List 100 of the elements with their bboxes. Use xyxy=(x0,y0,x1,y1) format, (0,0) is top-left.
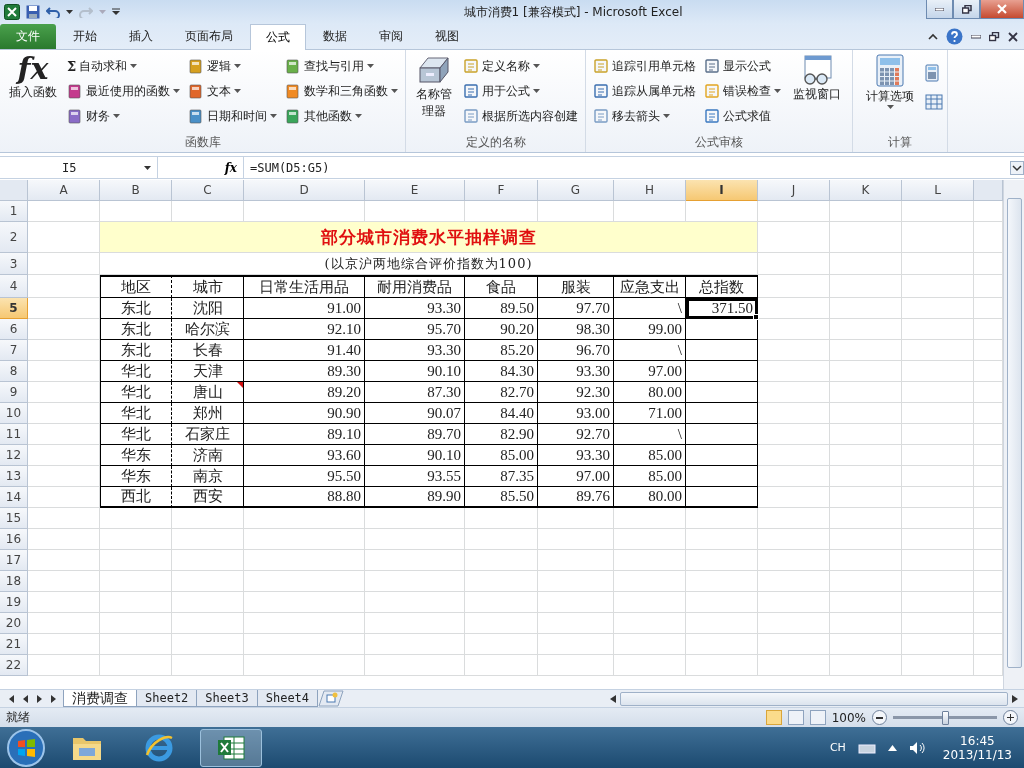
ribbon-button[interactable]: 根据所选内容创建 xyxy=(460,105,581,127)
table-cell[interactable] xyxy=(686,466,758,487)
grid-cell[interactable] xyxy=(538,550,614,571)
grid-cell[interactable] xyxy=(902,382,974,403)
keyboard-icon[interactable] xyxy=(857,741,876,754)
grid-cell[interactable] xyxy=(28,340,100,361)
grid-cell[interactable] xyxy=(830,201,902,222)
grid-cell[interactable] xyxy=(28,298,100,319)
table-cell[interactable] xyxy=(686,487,758,508)
column-header[interactable]: L xyxy=(902,180,974,201)
table-cell[interactable]: 华东 xyxy=(100,445,172,466)
table-cell[interactable]: 华东 xyxy=(100,466,172,487)
grid-cell[interactable] xyxy=(28,592,100,613)
grid-cell[interactable] xyxy=(28,319,100,340)
grid-cell[interactable] xyxy=(28,275,100,298)
grid-cell[interactable] xyxy=(902,424,974,445)
grid-cell[interactable] xyxy=(686,571,758,592)
grid-cell[interactable] xyxy=(902,275,974,298)
grid-cell[interactable] xyxy=(758,340,830,361)
ribbon-button[interactable]: 最近使用的函数 xyxy=(64,80,183,102)
grid-cell[interactable] xyxy=(28,571,100,592)
grid-cell[interactable] xyxy=(758,222,830,253)
table-cell[interactable]: 97.00 xyxy=(538,466,614,487)
grid-cell[interactable] xyxy=(614,613,686,634)
table-cell[interactable]: 91.00 xyxy=(244,298,365,319)
normal-view-button[interactable] xyxy=(765,710,782,725)
row-header[interactable]: 18 xyxy=(0,571,28,592)
row-header[interactable]: 16 xyxy=(0,529,28,550)
row-header[interactable]: 20 xyxy=(0,613,28,634)
row-header[interactable]: 1 xyxy=(0,201,28,222)
ribbon-large-button[interactable]: fx 插入函数 xyxy=(4,52,62,134)
grid-cell[interactable] xyxy=(244,655,365,676)
table-cell[interactable]: 郑州 xyxy=(172,403,244,424)
table-cell[interactable]: 93.55 xyxy=(365,466,465,487)
vertical-scrollbar[interactable] xyxy=(1003,180,1024,689)
save-icon[interactable] xyxy=(26,5,40,19)
grid-cell[interactable] xyxy=(830,508,902,529)
table-cell[interactable]: 85.00 xyxy=(614,445,686,466)
grid-cell[interactable] xyxy=(100,634,172,655)
table-cell[interactable]: 89.70 xyxy=(365,424,465,445)
table-cell[interactable]: 90.07 xyxy=(365,403,465,424)
grid-cell[interactable] xyxy=(758,571,830,592)
grid-cell[interactable] xyxy=(172,592,244,613)
table-cell[interactable]: 97.00 xyxy=(614,361,686,382)
clock[interactable]: 16:45 2013/11/13 xyxy=(936,733,1018,762)
grid-cell[interactable] xyxy=(830,275,902,298)
grid-cell[interactable] xyxy=(28,634,100,655)
ribbon-tab[interactable]: 开始 xyxy=(58,24,112,49)
grid-cell[interactable] xyxy=(902,445,974,466)
grid-cell[interactable] xyxy=(100,529,172,550)
ribbon-button[interactable]: 文本 xyxy=(185,80,280,102)
select-all-corner[interactable] xyxy=(0,180,28,201)
table-cell[interactable]: 天津 xyxy=(172,361,244,382)
grid-cell[interactable] xyxy=(758,550,830,571)
table-cell[interactable]: 371.50 xyxy=(686,298,758,319)
scroll-right-icon[interactable] xyxy=(1012,694,1018,703)
table-cell[interactable]: 92.10 xyxy=(244,319,365,340)
ribbon-tab[interactable]: 数据 xyxy=(308,24,362,49)
grid-cell[interactable] xyxy=(365,634,465,655)
grid-cell[interactable] xyxy=(28,201,100,222)
grid-cell[interactable] xyxy=(902,466,974,487)
grid-cell[interactable] xyxy=(830,319,902,340)
grid-cell[interactable] xyxy=(244,571,365,592)
table-cell[interactable]: \ xyxy=(614,340,686,361)
grid-cell[interactable] xyxy=(365,508,465,529)
grid-cell[interactable] xyxy=(465,613,538,634)
grid-cell[interactable] xyxy=(830,550,902,571)
grid-cell[interactable] xyxy=(28,655,100,676)
grid-cell[interactable] xyxy=(830,634,902,655)
fill-handle[interactable] xyxy=(753,314,759,320)
grid-cell[interactable] xyxy=(686,529,758,550)
grid-cell[interactable] xyxy=(538,592,614,613)
table-cell[interactable]: \ xyxy=(614,298,686,319)
taskbar-app[interactable] xyxy=(200,728,262,767)
table-cell[interactable]: 东北 xyxy=(100,319,172,340)
table-cell[interactable]: 南京 xyxy=(172,466,244,487)
ribbon-tab[interactable]: 审阅 xyxy=(364,24,418,49)
row-header[interactable]: 7 xyxy=(0,340,28,361)
grid-cell[interactable] xyxy=(365,655,465,676)
ribbon-button[interactable]: 定义名称 xyxy=(460,55,581,77)
row-header[interactable]: 10 xyxy=(0,403,28,424)
grid-cell[interactable] xyxy=(758,201,830,222)
grid-cell[interactable] xyxy=(902,634,974,655)
start-button[interactable] xyxy=(6,727,46,768)
slider-thumb[interactable] xyxy=(942,710,949,725)
row-header[interactable]: 15 xyxy=(0,508,28,529)
table-cell[interactable]: 82.70 xyxy=(465,382,538,403)
table-cell[interactable]: 90.90 xyxy=(244,403,365,424)
grid-cell[interactable] xyxy=(758,424,830,445)
grid-cell[interactable] xyxy=(100,592,172,613)
grid-cell[interactable] xyxy=(465,508,538,529)
column-header[interactable]: J xyxy=(758,180,830,201)
grid-cell[interactable] xyxy=(830,445,902,466)
column-header[interactable]: G xyxy=(538,180,614,201)
grid-cell[interactable] xyxy=(365,529,465,550)
grid-cell[interactable] xyxy=(244,550,365,571)
ribbon-large-button[interactable]: 监视窗口 xyxy=(786,52,848,134)
table-cell[interactable]: 85.00 xyxy=(465,445,538,466)
grid-cell[interactable] xyxy=(686,550,758,571)
ribbon-tab[interactable]: 公式 xyxy=(250,24,306,50)
